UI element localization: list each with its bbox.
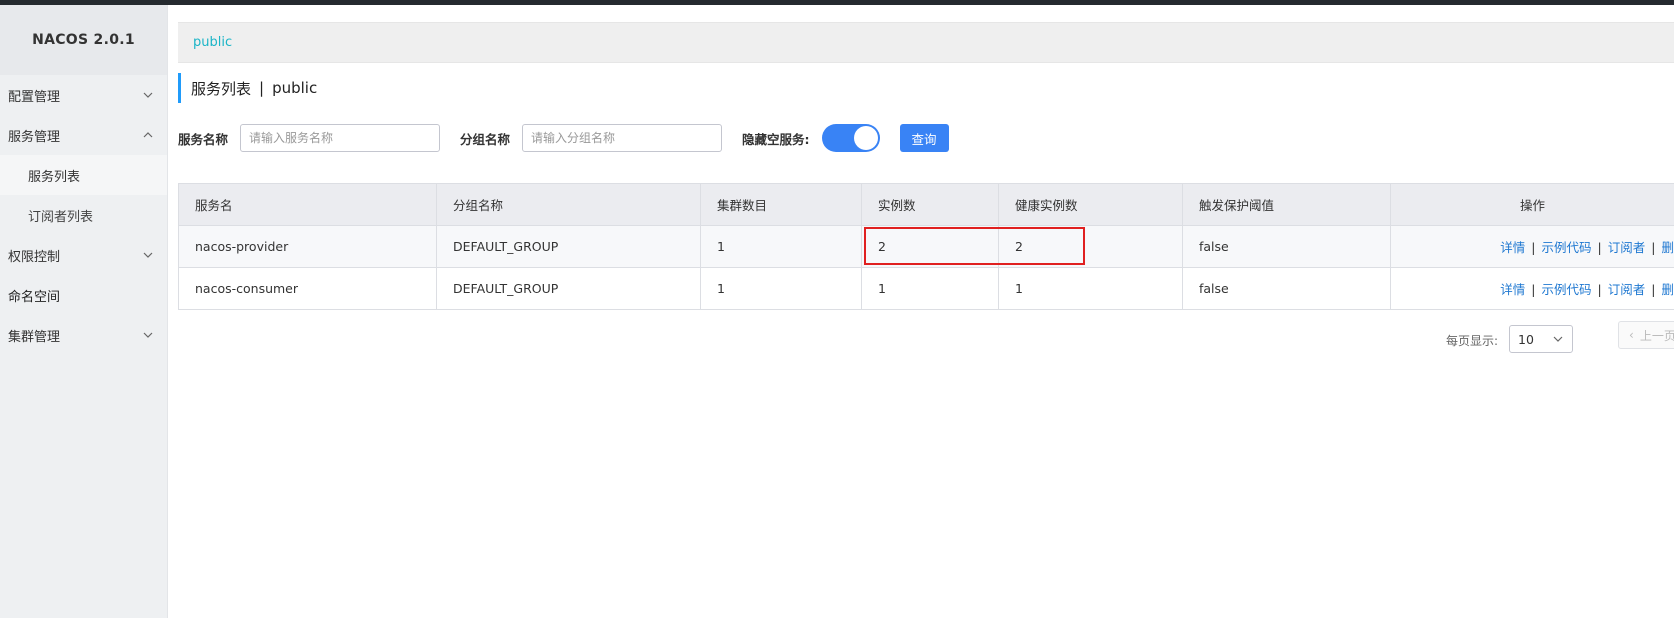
column-header-instance-count: 实例数 [861,183,999,226]
op-separator: | [1597,240,1602,255]
sidebar: NACOS 2.0.1 配置管理 服务管理 服务列表 订阅者列表 权限控制 命名… [0,5,168,618]
page-title: 服务列表 | public [178,73,317,103]
column-header-healthy-count: 健康实例数 [998,183,1183,226]
app-title: NACOS 2.0.1 [0,5,167,75]
cell-cluster-count: 1 [700,267,862,310]
subscriber-link[interactable]: 订阅者 [1608,240,1646,255]
group-name-label: 分组名称 [460,131,511,147]
cell-cluster-count: 1 [700,225,862,268]
filter-bar: 服务名称 分组名称 隐藏空服务: 查询 [178,123,949,153]
cell-operations: 详情 | 示例代码 | 订阅者 | 删 [1390,267,1674,310]
chevron-down-icon [141,328,155,342]
prev-page-button[interactable]: ‹ 上一页 [1618,321,1674,349]
subscriber-link[interactable]: 订阅者 [1608,282,1646,297]
sidebar-item-config-management[interactable]: 配置管理 [0,75,167,115]
hide-empty-toggle[interactable] [821,124,880,152]
cell-instance-count: 1 [861,267,999,310]
pagination: 每页显示: 10 ‹ 上一页 [178,321,1674,355]
chevron-up-icon [141,128,155,142]
sidebar-item-cluster-management[interactable]: 集群管理 [0,315,167,355]
main-content: public 服务列表 | public 服务名称 分组名称 隐藏空服务: 查询… [178,5,1674,618]
op-separator: | [1531,240,1536,255]
sidebar-item-access-control[interactable]: 权限控制 [0,235,167,275]
cell-healthy-count: 2 [998,225,1183,268]
delete-link[interactable]: 删 [1661,282,1673,297]
cell-group-name: DEFAULT_GROUP [436,267,701,310]
sidebar-item-label: 服务列表 [28,169,81,185]
per-page-select[interactable]: 10 [1509,325,1573,353]
service-name-input[interactable] [240,124,441,152]
table-row: nacos-provider DEFAULT_GROUP 1 2 2 false… [178,225,1674,268]
hide-empty-label: 隐藏空服务: [742,131,810,147]
cell-healthy-count: 1 [998,267,1183,310]
sidebar-item-label: 配置管理 [8,89,61,105]
column-header-service-name: 服务名 [178,183,437,226]
query-button[interactable]: 查询 [899,124,949,152]
sidebar-item-label: 命名空间 [8,289,61,305]
cell-group-name: DEFAULT_GROUP [436,225,701,268]
cell-instance-count: 2 [861,225,999,268]
table-header-row: 服务名 分组名称 集群数目 实例数 健康实例数 触发保护阈值 操作 [178,183,1674,226]
page-title-separator: | [259,79,265,97]
op-separator: | [1531,282,1536,297]
cell-threshold: false [1182,225,1391,268]
chevron-down-icon [1553,336,1563,342]
delete-link[interactable]: 删 [1661,240,1673,255]
prev-page-label: 上一页 [1639,328,1674,343]
chevron-down-icon [141,88,155,102]
namespace-link-public[interactable]: public [193,35,232,50]
sidebar-item-subscriber-list[interactable]: 订阅者列表 [0,195,167,235]
page-title-text: 服务列表 [191,79,252,98]
op-separator: | [1651,282,1656,297]
sidebar-item-namespace[interactable]: 命名空间 [0,275,167,315]
sidebar-item-label: 服务管理 [8,129,61,145]
sample-code-link[interactable]: 示例代码 [1542,282,1592,297]
chevron-down-icon [141,248,155,262]
column-header-group-name: 分组名称 [436,183,701,226]
service-name-label: 服务名称 [178,131,229,147]
sample-code-link[interactable]: 示例代码 [1542,240,1592,255]
detail-link[interactable]: 详情 [1500,282,1525,297]
namespace-bar: public [178,22,1674,63]
cell-threshold: false [1182,267,1391,310]
per-page-value: 10 [1518,331,1534,347]
per-page-label: 每页显示: [1446,334,1499,348]
op-separator: | [1651,240,1656,255]
table-row: nacos-consumer DEFAULT_GROUP 1 1 1 false… [178,267,1674,310]
cell-service-name: nacos-provider [178,225,437,268]
detail-link[interactable]: 详情 [1500,240,1525,255]
sidebar-item-label: 订阅者列表 [28,209,94,225]
toggle-knob [853,126,878,150]
cell-service-name: nacos-consumer [178,267,437,310]
sidebar-item-label: 集群管理 [8,329,61,345]
sidebar-item-service-list[interactable]: 服务列表 [0,155,167,195]
column-header-operations: 操作 [1390,183,1674,226]
sidebar-item-label: 权限控制 [8,249,61,265]
op-separator: | [1597,282,1602,297]
column-header-cluster-count: 集群数目 [700,183,862,226]
page-title-namespace: public [272,79,318,97]
chevron-left-icon: ‹ [1629,328,1634,342]
service-table: 服务名 分组名称 集群数目 实例数 健康实例数 触发保护阈值 操作 nacos-… [178,183,1674,310]
sidebar-item-service-management[interactable]: 服务管理 [0,115,167,155]
cell-operations: 详情 | 示例代码 | 订阅者 | 删 [1390,225,1674,268]
group-name-input[interactable] [522,124,723,152]
column-header-threshold: 触发保护阈值 [1182,183,1391,226]
